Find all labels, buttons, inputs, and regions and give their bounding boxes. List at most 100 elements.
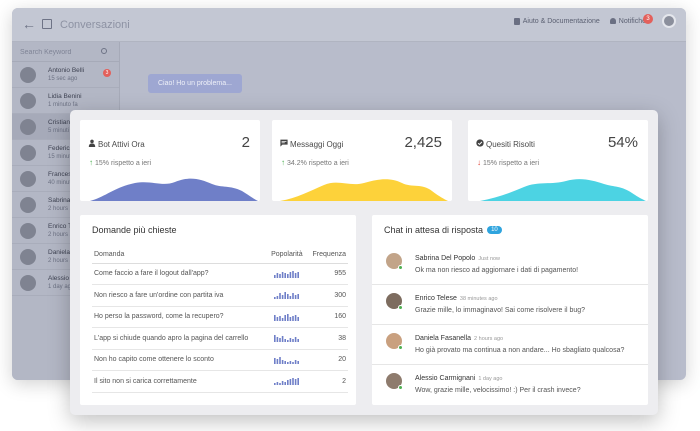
- sparkline-bar: [273, 383, 276, 386]
- chat-sender-name: Sabrina Del Popolo: [415, 255, 476, 262]
- conversation-time: 15 sec ago: [48, 76, 78, 82]
- faq-row[interactable]: Il sito non si carica correttamente 2: [92, 370, 348, 393]
- sparkline-bar: [297, 294, 299, 300]
- sparkline-bar: [292, 270, 294, 278]
- user-avatar[interactable]: [662, 14, 676, 28]
- top-bar: ← Conversazioni Aiuto & Documentazione N…: [12, 8, 686, 42]
- sparkline-bar: [294, 272, 297, 278]
- chat-message: Ok ma non riesco ad aggiornare i dati di…: [415, 267, 579, 274]
- stat-trend: ↑ 34.2% rispetto a ieri: [281, 158, 349, 167]
- waiting-chat-item[interactable]: Enrico Telese 38 minutes ago Grazie mille,…: [372, 285, 648, 325]
- sparkline-bar: [294, 379, 297, 386]
- search-input[interactable]: [20, 46, 100, 58]
- sparkline-bar: [284, 382, 286, 386]
- sparkline-bar: [286, 340, 289, 343]
- faq-question: Il sito non si carica correttamente: [92, 370, 268, 393]
- sparkline-bar: [289, 271, 292, 278]
- chat-sender-name: Daniela Fasanella: [415, 335, 472, 342]
- faq-question: Come faccio a fare il logout dall'app?: [92, 263, 268, 285]
- sparkline-bar: [276, 337, 279, 343]
- stat-value: 2: [241, 134, 250, 151]
- avatar: [20, 275, 36, 291]
- faq-frequency: 160: [306, 306, 348, 328]
- bell-icon: [609, 18, 616, 24]
- docs-link[interactable]: Aiuto & Documentazione: [513, 17, 600, 25]
- faq-question: L'app si chiude quando apro la pagina de…: [92, 327, 268, 350]
- chat-sender-name: Enrico Telese: [415, 295, 457, 302]
- stat-value: 2,425: [404, 134, 442, 151]
- sparkline-bar: [286, 273, 289, 278]
- sparkline-bar: [284, 339, 286, 343]
- sparkline-bar: [292, 378, 294, 386]
- faq-row[interactable]: Come faccio a fare il logout dall'app? 95…: [92, 263, 348, 285]
- stat-wave-area: [90, 178, 258, 201]
- popularity-sparkline: [273, 292, 299, 300]
- faq-row[interactable]: L'app si chiude quando apro la pagina de…: [92, 327, 348, 350]
- sparkline-bar: [276, 358, 279, 364]
- online-status-dot: [398, 265, 403, 270]
- faq-frequency: 20: [306, 349, 348, 371]
- faq-frequency: 955: [306, 263, 348, 285]
- back-arrow-icon[interactable]: ←: [22, 16, 36, 32]
- sparkline-bar: [289, 379, 292, 386]
- sparkline-bar: [281, 359, 284, 364]
- stat-card-resolved: Quesiti Risolti 54% ↓ 15% rispetto a ieri: [468, 120, 648, 201]
- stat-wave-area: [280, 179, 448, 201]
- avatar: [20, 223, 36, 239]
- sparkline-bar: [273, 335, 276, 343]
- chat-message: Ho già provato ma continua a non andare.…: [415, 347, 625, 354]
- faq-title-text: Domande più chieste: [92, 225, 177, 235]
- sparkline-bar: [286, 294, 289, 300]
- faq-header-row: Domanda Popolarità Frequenza: [92, 247, 348, 264]
- dashboard-window: Bot Attivi Ora 2 ↑ 15% rispetto a ieri Me…: [70, 110, 658, 415]
- trend-down-icon: ↓: [477, 158, 481, 167]
- popularity-sparkline: [273, 378, 299, 386]
- trend-up-icon: ↑: [89, 158, 93, 167]
- faq-panel: Domande più chieste Domanda Popolarità F…: [80, 215, 356, 405]
- faq-row[interactable]: Non riesco a fare un'ordine con partita …: [92, 284, 348, 307]
- stat-wave-area: [480, 179, 646, 201]
- sparkline-bar: [289, 338, 292, 343]
- faq-popularity: [267, 349, 307, 371]
- sparkline-bar: [273, 274, 276, 278]
- chat-sender-name: Alessio Carmignani: [415, 375, 476, 382]
- waiting-count-badge: 10: [487, 226, 502, 234]
- faq-frequency: 300: [306, 284, 348, 307]
- sparkline-bar: [281, 295, 284, 300]
- stat-value: 54%: [607, 134, 638, 151]
- app-title: Conversazioni: [60, 19, 130, 31]
- search-icon[interactable]: [101, 48, 107, 54]
- chat-message: Wow, grazie mille, velocissimo! :) Per i…: [415, 387, 581, 394]
- stat-title: Bot Attivi Ora: [98, 140, 145, 149]
- avatar: [20, 67, 36, 83]
- sparkline-bar: [297, 360, 299, 364]
- stat-wave-chart: [90, 178, 258, 201]
- avatar: [20, 145, 36, 161]
- sparkline-bar: [281, 381, 284, 386]
- sparkline-bar: [284, 272, 286, 278]
- faq-header-question[interactable]: Domanda: [92, 247, 268, 264]
- faq-question: Non riesco a fare un'ordine con partita …: [92, 284, 268, 307]
- waiting-chat-item[interactable]: Alessio Carmignani 1 day ago Wow, grazie m…: [372, 365, 648, 405]
- waiting-chat-item[interactable]: Daniela Fasanella 2 hours ago Ho già prova…: [372, 325, 648, 365]
- waiting-chat-item[interactable]: Sabrina Del Popolo Just now Ok ma non ries…: [372, 245, 648, 285]
- faq-header-frequency[interactable]: Frequenza: [306, 247, 348, 264]
- avatar: [20, 197, 36, 213]
- chat-time: Just now: [478, 256, 501, 262]
- stat-trend-text: 15% rispetto a ieri: [95, 160, 152, 167]
- sparkline-bar: [292, 361, 294, 364]
- expand-icon[interactable]: [42, 19, 52, 29]
- stat-trend-text: 34.2% rispetto a ieri: [287, 160, 349, 167]
- notifications-button[interactable]: Notifiche 3: [609, 13, 653, 25]
- faq-row[interactable]: Non ho capito come ottenere lo sconto 20: [92, 349, 348, 371]
- faq-row[interactable]: Ho perso la password, come la recupero? 1…: [92, 306, 348, 328]
- stat-title: Quesiti Risolti: [486, 140, 535, 149]
- faq-header-popularity[interactable]: Popolarità: [267, 247, 307, 264]
- sparkline-bar: [281, 317, 284, 321]
- sparkline-bar: [276, 272, 279, 278]
- chat-time: 2 hours ago: [474, 336, 504, 342]
- sparkline-bar: [292, 339, 294, 343]
- conversation-item[interactable]: Antonio Belli 15 sec ago 3: [12, 62, 119, 88]
- waiting-title-text: Chat in attesa di risposta: [384, 225, 484, 235]
- stat-wave-chart: [480, 179, 646, 201]
